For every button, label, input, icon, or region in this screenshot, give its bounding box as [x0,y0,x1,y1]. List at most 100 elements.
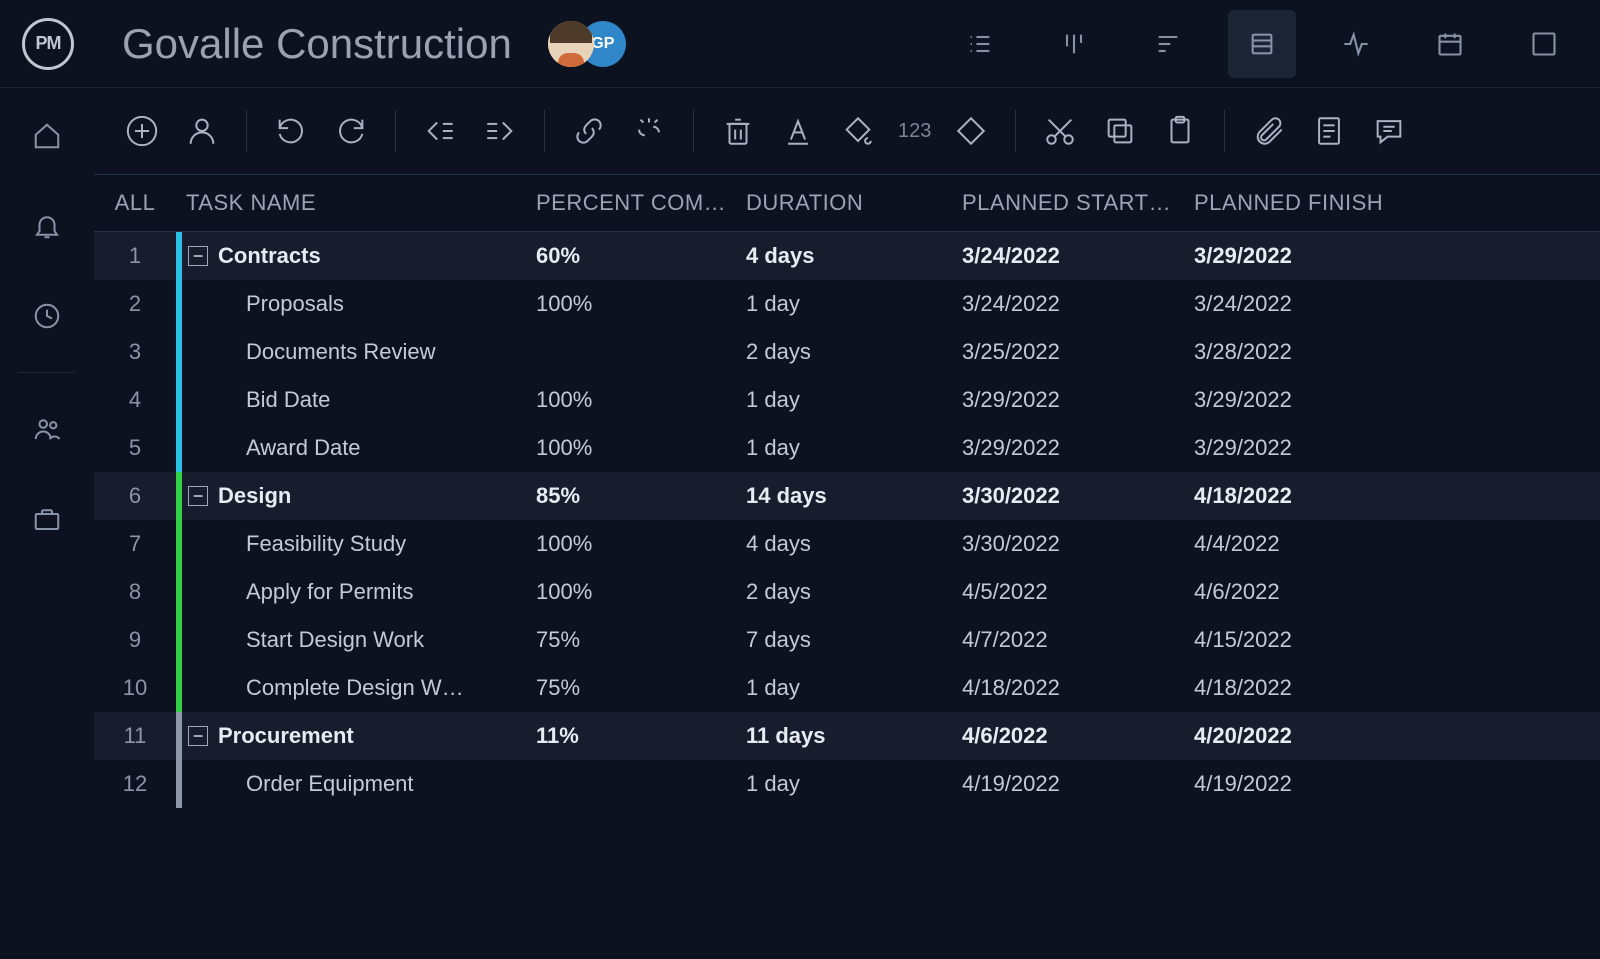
home-icon[interactable] [29,118,65,154]
task-name-cell[interactable]: −Contracts [182,243,536,269]
link-icon[interactable] [569,111,609,151]
table-row[interactable]: 7Feasibility Study100%4 days3/30/20224/4… [94,520,1600,568]
text-color-icon[interactable] [778,111,818,151]
undo-icon[interactable] [271,111,311,151]
planned-start-cell[interactable]: 3/29/2022 [962,387,1194,413]
column-duration[interactable]: DURATION [746,190,962,216]
number-format-label[interactable]: 123 [898,120,931,143]
table-row[interactable]: 10Complete Design W…75%1 day4/18/20224/1… [94,664,1600,712]
percent-complete-cell[interactable]: 11% [536,723,746,749]
duration-cell[interactable]: 4 days [746,531,962,557]
planned-finish-cell[interactable]: 3/29/2022 [1194,243,1600,269]
duration-cell[interactable]: 1 day [746,435,962,461]
planned-finish-cell[interactable]: 4/4/2022 [1194,531,1600,557]
planned-finish-cell[interactable]: 4/15/2022 [1194,627,1600,653]
task-name-cell[interactable]: Award Date [182,435,536,461]
planned-start-cell[interactable]: 3/25/2022 [962,339,1194,365]
task-name-cell[interactable]: Bid Date [182,387,536,413]
percent-complete-cell[interactable]: 100% [536,291,746,317]
table-row[interactable]: 5Award Date100%1 day3/29/20223/29/2022 [94,424,1600,472]
table-row[interactable]: 12Order Equipment1 day4/19/20224/19/2022 [94,760,1600,808]
collapse-icon[interactable]: − [188,726,208,746]
planned-finish-cell[interactable]: 3/24/2022 [1194,291,1600,317]
planned-finish-cell[interactable]: 4/18/2022 [1194,675,1600,701]
task-name-cell[interactable]: Start Design Work [182,627,536,653]
task-name-cell[interactable]: Documents Review [182,339,536,365]
duration-cell[interactable]: 2 days [746,339,962,365]
planned-start-cell[interactable]: 4/19/2022 [962,771,1194,797]
percent-complete-cell[interactable]: 100% [536,579,746,605]
table-row[interactable]: 2Proposals100%1 day3/24/20223/24/2022 [94,280,1600,328]
column-planned-finish[interactable]: PLANNED FINISH [1194,190,1600,216]
comments-icon[interactable] [1369,111,1409,151]
view-activity-icon[interactable] [1322,10,1390,78]
table-row[interactable]: 4Bid Date100%1 day3/29/20223/29/2022 [94,376,1600,424]
column-percent-complete[interactable]: PERCENT COM… [536,190,746,216]
view-list-icon[interactable] [946,10,1014,78]
collapse-icon[interactable]: − [188,486,208,506]
planned-start-cell[interactable]: 3/30/2022 [962,531,1194,557]
duration-cell[interactable]: 7 days [746,627,962,653]
duration-cell[interactable]: 1 day [746,387,962,413]
planned-finish-cell[interactable]: 4/6/2022 [1194,579,1600,605]
unlink-icon[interactable] [629,111,669,151]
task-name-cell[interactable]: Apply for Permits [182,579,536,605]
redo-icon[interactable] [331,111,371,151]
fill-color-icon[interactable] [838,111,878,151]
duration-cell[interactable]: 1 day [746,675,962,701]
table-row[interactable]: 8Apply for Permits100%2 days4/5/20224/6/… [94,568,1600,616]
duration-cell[interactable]: 1 day [746,291,962,317]
collapse-icon[interactable]: − [188,246,208,266]
percent-complete-cell[interactable]: 100% [536,531,746,557]
table-row[interactable]: 3Documents Review2 days3/25/20223/28/202… [94,328,1600,376]
indent-icon[interactable] [480,111,520,151]
column-task-name[interactable]: TASK NAME [176,190,536,216]
recent-icon[interactable] [29,298,65,334]
copy-icon[interactable] [1100,111,1140,151]
planned-finish-cell[interactable]: 3/28/2022 [1194,339,1600,365]
duration-cell[interactable]: 11 days [746,723,962,749]
planned-start-cell[interactable]: 4/18/2022 [962,675,1194,701]
assign-icon[interactable] [182,111,222,151]
view-sheet-icon[interactable] [1228,10,1296,78]
planned-start-cell[interactable]: 4/7/2022 [962,627,1194,653]
app-logo[interactable]: PM [22,18,74,70]
task-name-cell[interactable]: Feasibility Study [182,531,536,557]
planned-finish-cell[interactable]: 3/29/2022 [1194,387,1600,413]
delete-icon[interactable] [718,111,758,151]
task-name-cell[interactable]: Complete Design W… [182,675,536,701]
percent-complete-cell[interactable]: 100% [536,435,746,461]
duration-cell[interactable]: 14 days [746,483,962,509]
planned-finish-cell[interactable]: 4/19/2022 [1194,771,1600,797]
view-calendar-icon[interactable] [1416,10,1484,78]
people-icon[interactable] [29,411,65,447]
cut-icon[interactable] [1040,111,1080,151]
notes-icon[interactable] [1309,111,1349,151]
planned-finish-cell[interactable]: 4/18/2022 [1194,483,1600,509]
percent-complete-cell[interactable]: 75% [536,675,746,701]
avatar-stack[interactable]: GP [548,21,626,67]
view-gantt-icon[interactable] [1134,10,1202,78]
task-name-cell[interactable]: −Design [182,483,536,509]
duration-cell[interactable]: 4 days [746,243,962,269]
table-row[interactable]: 11−Procurement11%11 days4/6/20224/20/202… [94,712,1600,760]
planned-start-cell[interactable]: 3/30/2022 [962,483,1194,509]
planned-start-cell[interactable]: 3/24/2022 [962,243,1194,269]
view-overview-icon[interactable] [1510,10,1578,78]
notifications-icon[interactable] [29,208,65,244]
percent-complete-cell[interactable]: 100% [536,387,746,413]
view-board-icon[interactable] [1040,10,1108,78]
task-name-cell[interactable]: Order Equipment [182,771,536,797]
column-planned-start[interactable]: PLANNED START… [962,190,1194,216]
duration-cell[interactable]: 1 day [746,771,962,797]
user-avatar[interactable] [548,21,594,67]
percent-complete-cell[interactable]: 75% [536,627,746,653]
planned-start-cell[interactable]: 3/24/2022 [962,291,1194,317]
planned-start-cell[interactable]: 3/29/2022 [962,435,1194,461]
add-icon[interactable] [122,111,162,151]
outdent-icon[interactable] [420,111,460,151]
paste-icon[interactable] [1160,111,1200,151]
table-row[interactable]: 9Start Design Work75%7 days4/7/20224/15/… [94,616,1600,664]
percent-complete-cell[interactable]: 85% [536,483,746,509]
table-row[interactable]: 6−Design85%14 days3/30/20224/18/2022 [94,472,1600,520]
